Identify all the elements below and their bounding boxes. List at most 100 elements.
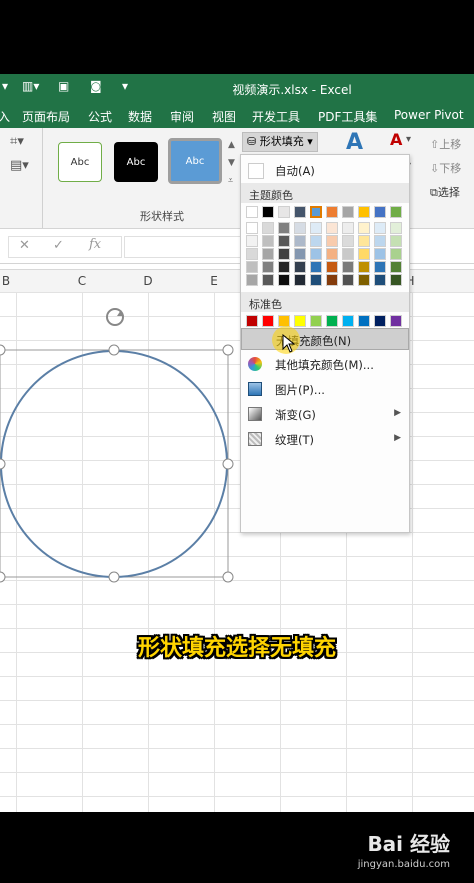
theme-shade-swatch[interactable]: [390, 222, 402, 234]
menu-item-texture[interactable]: 纹理(T) ▶: [241, 428, 409, 450]
baidu-watermark: Bai 经验 jingyan.baidu.com: [358, 828, 450, 870]
theme-color-swatch[interactable]: [246, 206, 258, 218]
standard-color-swatch[interactable]: [326, 315, 338, 327]
theme-shade-swatch[interactable]: [342, 235, 354, 247]
standard-color-swatch[interactable]: [342, 315, 354, 327]
theme-shade-swatch[interactable]: [374, 235, 386, 247]
theme-shade-swatch[interactable]: [342, 274, 354, 286]
standard-color-swatch[interactable]: [262, 315, 274, 327]
theme-color-swatch[interactable]: [342, 206, 354, 218]
watermark-url: jingyan.baidu.com: [357, 859, 450, 870]
theme-color-swatch[interactable]: [278, 206, 290, 218]
theme-shade-swatch[interactable]: [294, 235, 306, 247]
theme-shade-swatch[interactable]: [358, 222, 370, 234]
menu-item-picture-label: 图片(P)...: [275, 383, 325, 397]
theme-colors-header: 主题颜色: [241, 183, 409, 203]
theme-shade-swatch[interactable]: [358, 261, 370, 273]
theme-shade-swatch[interactable]: [246, 261, 258, 273]
theme-shade-swatch[interactable]: [390, 235, 402, 247]
menu-item-gradient-label: 渐变(G): [275, 408, 316, 422]
resize-handle-w[interactable]: [0, 458, 6, 470]
theme-shade-swatch[interactable]: [342, 222, 354, 234]
theme-shade-swatch[interactable]: [246, 235, 258, 247]
resize-handle-sw[interactable]: [0, 571, 6, 583]
theme-shade-swatch[interactable]: [278, 274, 290, 286]
theme-shade-swatch[interactable]: [310, 235, 322, 247]
theme-color-swatch[interactable]: [390, 206, 402, 218]
picture-icon: [248, 382, 262, 396]
theme-shade-swatch[interactable]: [326, 222, 338, 234]
theme-shade-swatch[interactable]: [294, 248, 306, 260]
theme-shade-swatch[interactable]: [358, 274, 370, 286]
menu-item-automatic[interactable]: 自动(A): [241, 159, 409, 181]
theme-color-swatch[interactable]: [374, 206, 386, 218]
theme-shade-swatch[interactable]: [374, 222, 386, 234]
resize-handle-se[interactable]: [222, 571, 234, 583]
theme-shade-swatch[interactable]: [310, 261, 322, 273]
theme-shade-swatch[interactable]: [294, 261, 306, 273]
theme-shade-swatch[interactable]: [374, 248, 386, 260]
theme-shade-swatch[interactable]: [278, 222, 290, 234]
color-wheel-icon: [248, 357, 262, 371]
theme-shade-swatch[interactable]: [278, 248, 290, 260]
theme-color-swatch[interactable]: [358, 206, 370, 218]
theme-shade-swatch[interactable]: [326, 261, 338, 273]
standard-colors-header: 标准色: [241, 292, 409, 312]
theme-shade-swatch[interactable]: [262, 222, 274, 234]
theme-shade-swatch[interactable]: [326, 248, 338, 260]
theme-shade-swatch[interactable]: [390, 274, 402, 286]
theme-shade-swatch[interactable]: [342, 261, 354, 273]
theme-shade-swatch[interactable]: [294, 222, 306, 234]
theme-shade-swatch[interactable]: [326, 274, 338, 286]
standard-color-swatch[interactable]: [310, 315, 322, 327]
standard-color-swatch[interactable]: [374, 315, 386, 327]
resize-handle-nw[interactable]: [0, 344, 6, 356]
theme-color-swatch[interactable]: [310, 206, 322, 218]
theme-shade-swatch[interactable]: [310, 274, 322, 286]
menu-item-gradient[interactable]: 渐变(G) ▶: [241, 403, 409, 425]
theme-shade-swatch[interactable]: [294, 274, 306, 286]
theme-shade-swatch[interactable]: [246, 222, 258, 234]
standard-color-swatch[interactable]: [358, 315, 370, 327]
menu-item-picture[interactable]: 图片(P)...: [241, 378, 409, 400]
theme-shade-swatch[interactable]: [262, 261, 274, 273]
theme-shade-swatch[interactable]: [310, 222, 322, 234]
mouse-pointer-icon: [282, 334, 296, 353]
theme-color-swatch[interactable]: [326, 206, 338, 218]
theme-shade-swatch[interactable]: [358, 248, 370, 260]
theme-shade-swatch[interactable]: [374, 261, 386, 273]
submenu-arrow-icon: ▶: [394, 433, 401, 443]
resize-handle-n[interactable]: [108, 344, 120, 356]
standard-colors-label: 标准色: [249, 298, 282, 311]
rotate-handle-icon[interactable]: [106, 308, 124, 326]
theme-shade-swatch[interactable]: [390, 261, 402, 273]
theme-shade-swatch[interactable]: [358, 235, 370, 247]
theme-shade-swatch[interactable]: [262, 235, 274, 247]
theme-shade-swatch[interactable]: [326, 235, 338, 247]
theme-color-swatch[interactable]: [262, 206, 274, 218]
standard-color-swatch[interactable]: [390, 315, 402, 327]
theme-shade-swatch[interactable]: [390, 248, 402, 260]
menu-item-texture-label: 纹理(T): [275, 433, 314, 447]
theme-shade-swatch[interactable]: [374, 274, 386, 286]
theme-shade-swatch[interactable]: [278, 261, 290, 273]
resize-handle-s[interactable]: [108, 571, 120, 583]
theme-color-swatch[interactable]: [294, 206, 306, 218]
theme-shade-swatch[interactable]: [262, 274, 274, 286]
resize-handle-ne[interactable]: [222, 344, 234, 356]
standard-color-swatch[interactable]: [246, 315, 258, 327]
theme-shade-swatch[interactable]: [310, 248, 322, 260]
resize-handle-e[interactable]: [222, 458, 234, 470]
menu-item-more-fill-colors[interactable]: 其他填充颜色(M)...: [241, 353, 409, 375]
circle-shape[interactable]: [0, 350, 228, 578]
menu-item-no-fill[interactable]: 无填充颜色(N): [241, 328, 409, 350]
theme-shade-swatch[interactable]: [246, 248, 258, 260]
theme-shade-swatch[interactable]: [342, 248, 354, 260]
theme-shade-swatch[interactable]: [278, 235, 290, 247]
theme-shade-swatch[interactable]: [262, 248, 274, 260]
gradient-icon: [248, 407, 262, 421]
theme-shade-swatch[interactable]: [246, 274, 258, 286]
standard-color-swatch[interactable]: [294, 315, 306, 327]
excel-window: ▾ ▥▾ ▣ ◙ ▾ 视频演示.xlsx - Excel 入 页面布局 公式 数…: [0, 74, 474, 812]
shape-fill-menu: 自动(A) 主题颜色 标准色 无填充颜色(N) 其他填充颜色(M)... 图片(…: [240, 154, 410, 533]
